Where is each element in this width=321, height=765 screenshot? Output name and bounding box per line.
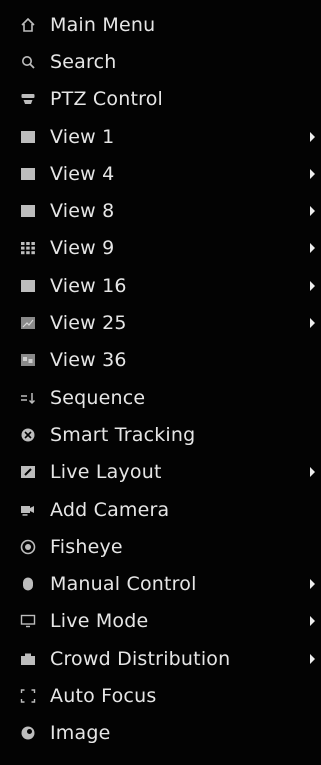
submenu-arrow-icon (310, 131, 315, 142)
menu-item-fisheye[interactable]: Fisheye (0, 528, 321, 565)
submenu-arrow-icon (310, 318, 315, 329)
menu-item-crowd-distribution[interactable]: Crowd Distribution (0, 640, 321, 677)
menu-item-ptz-control[interactable]: PTZ Control (0, 81, 321, 118)
submenu-arrow-icon (310, 280, 315, 291)
menu-item-view-1[interactable]: View 1 (0, 118, 321, 155)
menu-item-live-mode[interactable]: Live Mode (0, 603, 321, 640)
menu-item-label: Smart Tracking (50, 423, 196, 446)
ptz-icon (17, 88, 39, 110)
menu-item-view-9[interactable]: View 9 (0, 230, 321, 267)
menu-item-label: View 4 (50, 162, 115, 185)
menu-item-label: View 36 (50, 349, 127, 372)
menu-item-label: View 1 (50, 125, 115, 148)
menu-item-label: View 8 (50, 200, 115, 223)
grid-25-icon (17, 312, 39, 334)
menu-item-view-25[interactable]: View 25 (0, 304, 321, 341)
edit-layout-icon (17, 461, 39, 483)
focus-frame-icon (17, 685, 39, 707)
menu-item-view-4[interactable]: View 4 (0, 155, 321, 192)
crowd-icon (17, 648, 39, 670)
menu-item-label: Fisheye (50, 535, 123, 558)
submenu-arrow-icon (310, 579, 315, 590)
menu-item-add-camera[interactable]: Add Camera (0, 491, 321, 528)
menu-item-main-menu[interactable]: Main Menu (0, 6, 321, 43)
menu-item-label: Search (50, 50, 117, 73)
menu-item-smart-tracking[interactable]: Smart Tracking (0, 416, 321, 453)
context-menu: Main Menu Search PTZ Control View 1 View… (0, 0, 321, 765)
submenu-arrow-icon (310, 243, 315, 254)
grid-16-icon (17, 275, 39, 297)
menu-item-label: View 9 (50, 237, 115, 260)
submenu-arrow-icon (310, 206, 315, 217)
menu-item-live-layout[interactable]: Live Layout (0, 454, 321, 491)
menu-item-label: View 25 (50, 312, 127, 335)
menu-item-label: Image (50, 722, 111, 745)
menu-item-label: Main Menu (50, 13, 156, 36)
single-view-icon (17, 126, 39, 148)
quad-view-icon (17, 163, 39, 185)
menu-item-label: Auto Focus (50, 684, 157, 707)
add-camera-icon (17, 499, 39, 521)
menu-item-label: Add Camera (50, 498, 170, 521)
fisheye-icon (17, 536, 39, 558)
grid-36-icon (17, 349, 39, 371)
sequence-icon (17, 387, 39, 409)
menu-item-sequence[interactable]: Sequence (0, 379, 321, 416)
menu-item-view-8[interactable]: View 8 (0, 192, 321, 229)
menu-item-label: View 16 (50, 274, 127, 297)
menu-item-search[interactable]: Search (0, 43, 321, 80)
menu-item-manual-control[interactable]: Manual Control (0, 565, 321, 602)
home-icon (17, 14, 39, 36)
menu-item-auto-focus[interactable]: Auto Focus (0, 677, 321, 714)
menu-item-label: Live Mode (50, 610, 149, 633)
image-icon (17, 722, 39, 744)
smart-tracking-icon (17, 424, 39, 446)
submenu-arrow-icon (310, 653, 315, 664)
submenu-arrow-icon (310, 467, 315, 478)
menu-item-label: PTZ Control (50, 88, 163, 111)
menu-item-label: Live Layout (50, 461, 162, 484)
manual-control-icon (17, 573, 39, 595)
submenu-arrow-icon (310, 616, 315, 627)
submenu-arrow-icon (310, 168, 315, 179)
menu-item-label: Manual Control (50, 573, 197, 596)
menu-item-image[interactable]: Image (0, 715, 321, 752)
grid-9-icon (17, 237, 39, 259)
menu-item-label: Crowd Distribution (50, 647, 231, 670)
monitor-icon (17, 610, 39, 632)
view-8-icon (17, 200, 39, 222)
menu-item-view-16[interactable]: View 16 (0, 267, 321, 304)
search-icon (17, 51, 39, 73)
menu-item-label: Sequence (50, 386, 146, 409)
menu-item-view-36[interactable]: View 36 (0, 342, 321, 379)
